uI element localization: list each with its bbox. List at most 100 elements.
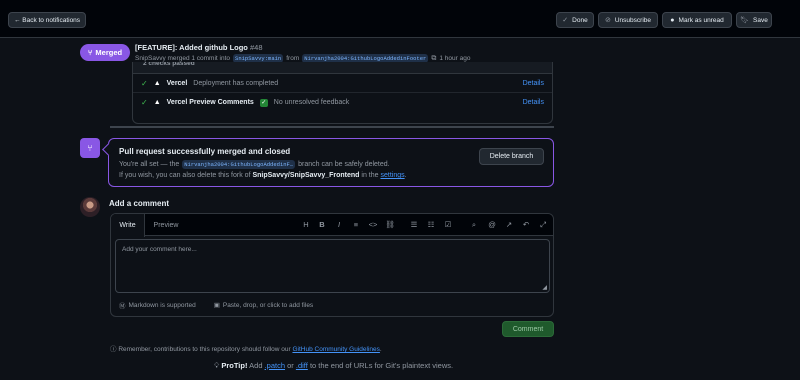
comment-input[interactable]: Add your comment here... ◢ xyxy=(115,239,550,293)
vercel-logo-icon: ▲ xyxy=(153,99,161,106)
done-label: Done xyxy=(572,16,588,24)
mention-icon[interactable]: @ xyxy=(487,220,497,229)
done-button[interactable]: ✓ Done xyxy=(556,12,594,28)
bell-slash-icon: ⊘ xyxy=(604,17,611,24)
settings-link[interactable]: settings xyxy=(380,172,404,179)
editor-tabs: Write Preview H B I ≡ <> ⛓︎ ☰ ☷ ☑ ⌕ @ ↗ … xyxy=(111,214,553,237)
back-to-notifications-button[interactable]: ← Back to notifications xyxy=(8,12,86,28)
add-comment-title: Add a comment xyxy=(109,199,170,208)
check-success-icon: ✓ xyxy=(141,78,148,88)
checkbox-icon: ✓ xyxy=(259,98,268,107)
back-label: ← Back to notifications xyxy=(13,16,81,24)
protip: 💡︎ ProTip! Add .patch or .diff to the en… xyxy=(214,361,453,371)
save-label: Save xyxy=(753,16,768,24)
markdown-icon: Ⓜ xyxy=(119,303,126,310)
pr-title-text: [FEATURE]: Added github Logo xyxy=(135,43,248,52)
markdown-note[interactable]: Ⓜ Markdown is supported xyxy=(119,300,196,311)
guidelines-note: ⓘ Remember, contributions to this reposi… xyxy=(110,343,382,353)
image-icon: ▣ xyxy=(213,302,220,309)
bullet-list-icon[interactable]: ☷ xyxy=(426,220,436,229)
protip-add: Add xyxy=(249,361,263,370)
quote-icon[interactable]: ≡ xyxy=(351,220,361,229)
unsubscribe-button[interactable]: ⊘ Unsubscribe xyxy=(598,12,658,28)
from-word: from xyxy=(286,55,300,62)
merged-status-badge: ⑂ Merged xyxy=(80,44,130,61)
check-icon: ✓ xyxy=(562,17,569,24)
resize-grip-icon[interactable]: ◢ xyxy=(542,284,547,291)
fullscreen-icon[interactable]: ⤢ xyxy=(538,220,548,230)
diff-link[interactable]: .diff xyxy=(296,361,308,370)
check-details-link[interactable]: Details xyxy=(523,80,544,87)
mark-as-unread-button[interactable]: ● Mark as unread xyxy=(662,12,732,28)
fork-hint: If you wish, you can also delete this fo… xyxy=(119,172,407,179)
bold-icon[interactable]: B xyxy=(317,220,327,229)
reference-icon[interactable]: ↗ xyxy=(504,220,514,229)
attach-label: Paste, drop, or click to add files xyxy=(222,301,314,309)
paperclip-icon[interactable]: ⌕ xyxy=(469,220,479,230)
task-list-icon[interactable]: ☑ xyxy=(443,220,453,229)
lightbulb-icon: 💡︎ xyxy=(214,361,220,370)
check-details-link[interactable]: Details xyxy=(523,99,544,106)
markdown-label: Markdown is supported xyxy=(128,301,196,309)
check-name: Vercel Preview Comments xyxy=(166,99,254,106)
link-icon[interactable]: ⛓︎ xyxy=(385,220,395,229)
unsubscribe-label: Unsubscribe xyxy=(614,16,651,24)
status-label: Merged xyxy=(95,48,123,57)
delete-branch-button[interactable]: Delete branch xyxy=(479,148,544,165)
check-success-icon: ✓ xyxy=(141,98,148,107)
pr-title: [FEATURE]: Added github Logo #48 xyxy=(135,43,263,52)
guidelines-link[interactable]: GitHub Community Guidelines xyxy=(292,346,379,353)
hint-suffix: branch can be safely deleted. xyxy=(298,161,390,168)
patch-link[interactable]: .patch xyxy=(265,361,285,370)
attach-files[interactable]: ▣ Paste, drop, or click to add files xyxy=(214,300,313,310)
checks-box: 2 checks passed ✓ ▲ Vercel Deployment ha… xyxy=(132,62,553,124)
info-icon: ⓘ xyxy=(110,346,117,353)
save-button[interactable]: 🔖︎ Save xyxy=(736,12,772,28)
bookmark-icon: 🔖︎ xyxy=(740,17,750,24)
hint-prefix: You're all set — the xyxy=(119,161,180,168)
merge-icon: ⑂ xyxy=(87,48,93,57)
mark-unread-label: Mark as unread xyxy=(678,16,724,24)
comment-editor: Write Preview H B I ≡ <> ⛓︎ ☰ ☷ ☑ ⌕ @ ↗ … xyxy=(110,213,554,317)
merge-status-box: Pull request successfully merged and clo… xyxy=(108,138,554,187)
remember-text: Remember, contributions to this reposito… xyxy=(118,346,291,353)
dot-icon: ● xyxy=(670,16,675,24)
comment-button-label: Comment xyxy=(512,325,544,333)
merge-status-icon: ⑂ xyxy=(80,138,100,158)
check-description: Deployment has completed xyxy=(193,79,279,87)
merge-delete-hint: You're all set — the Nirvanjha2004:Githu… xyxy=(119,160,390,169)
protip-or: or xyxy=(287,361,294,370)
avatar[interactable] xyxy=(80,197,100,217)
check-row: ✓ ▲ Vercel Deployment has completed Deta… xyxy=(133,74,552,93)
check-description: No unresolved feedback xyxy=(273,99,350,106)
remember-end: . xyxy=(379,346,382,353)
vercel-logo-icon: ▲ xyxy=(153,79,161,87)
editor-footer: Ⓜ Markdown is supported ▣ Paste, drop, o… xyxy=(119,300,313,311)
tab-preview[interactable]: Preview xyxy=(148,214,184,236)
comment-placeholder: Add your comment here... xyxy=(122,246,197,253)
heading-icon[interactable]: H xyxy=(301,220,311,229)
undo-icon[interactable]: ↶ xyxy=(521,220,531,229)
pr-number: #48 xyxy=(249,43,263,52)
fork-hint-end: . xyxy=(404,172,407,179)
merge-summary: SnipSavvy merged 1 commit into xyxy=(135,55,231,62)
code-icon[interactable]: <> xyxy=(368,220,378,229)
timeline-separator xyxy=(110,126,554,128)
fork-hint-prefix: If you wish, you can also delete this fo… xyxy=(119,172,251,179)
check-name: Vercel xyxy=(166,79,188,87)
delete-branch-label: Delete branch xyxy=(489,153,534,160)
tab-write[interactable]: Write xyxy=(111,214,145,237)
comment-button[interactable]: Comment xyxy=(502,321,554,337)
merge-title: Pull request successfully merged and clo… xyxy=(119,147,291,156)
fork-hint-mid: in the xyxy=(361,172,379,179)
protip-rest: to the end of URLs for Git's plaintext v… xyxy=(309,361,454,370)
merge-time: 1 hour ago xyxy=(439,55,471,62)
fork-name: SnipSavvy/SnipSavvy_Frontend xyxy=(252,172,360,179)
top-bar: ← Back to notifications ✓ Done ⊘ Unsubsc… xyxy=(0,0,800,38)
checks-header: 2 checks passed xyxy=(133,62,552,74)
italic-icon[interactable]: I xyxy=(334,220,344,229)
numbered-list-icon[interactable]: ☰ xyxy=(409,220,419,229)
protip-label: ProTip! xyxy=(221,361,248,370)
check-row: ✓ ▲ Vercel Preview Comments ✓ No unresol… xyxy=(133,93,552,112)
branch-name[interactable]: Nirvanjha2004:GithubLogoAddedinF… xyxy=(182,160,296,169)
